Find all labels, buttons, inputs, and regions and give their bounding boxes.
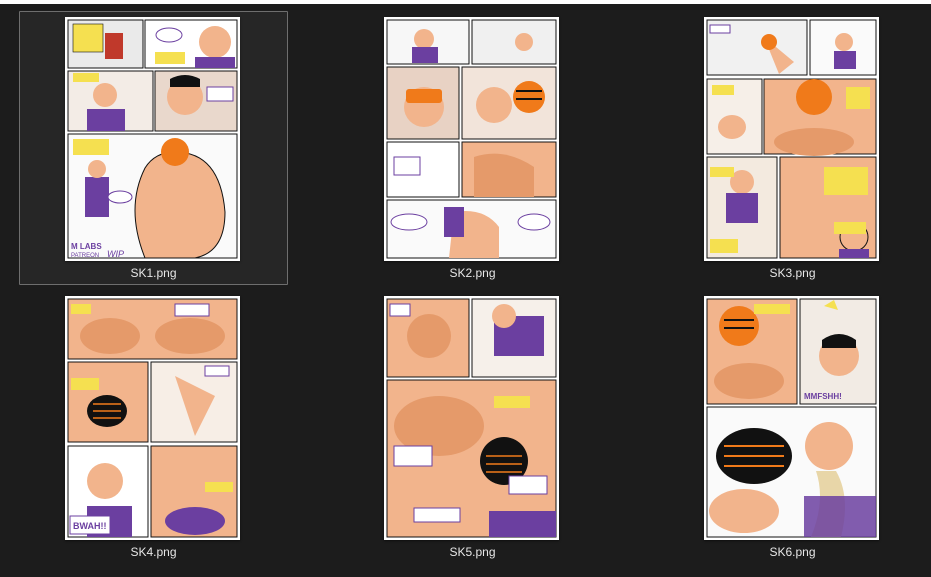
- page-lettering-mlabs: M LABS: [71, 242, 102, 251]
- file-tile-sk6[interactable]: MMFSHH! SK6.png: [658, 290, 927, 564]
- file-tile-sk2[interactable]: SK2.png: [338, 11, 607, 285]
- page-lettering-wip: WIP: [107, 249, 124, 259]
- file-name-label: SK1.png: [130, 266, 177, 280]
- file-name-label: SK5.png: [449, 545, 496, 559]
- thumbnail-sk1: M LABS PATREON WIP: [65, 17, 240, 261]
- page-sfx-bwah: BWAH!!: [73, 521, 107, 531]
- window-top-edge: [0, 0, 931, 4]
- file-tile-sk4[interactable]: BWAH!! SK4.png: [19, 290, 288, 564]
- file-name-label: SK6.png: [769, 545, 816, 559]
- file-tile-sk3[interactable]: SK3.png: [658, 11, 927, 285]
- page-sfx-mmfshh: MMFSHH!: [804, 392, 842, 401]
- thumbnail-sk2: [384, 17, 559, 261]
- thumbnail-sk4: BWAH!!: [65, 296, 240, 540]
- thumbnail-sk3: [704, 17, 879, 261]
- file-name-label: SK3.png: [769, 266, 816, 280]
- thumbnail-sk5: [384, 296, 559, 540]
- file-name-label: SK2.png: [449, 266, 496, 280]
- thumbnail-sk6: MMFSHH!: [704, 296, 879, 540]
- file-tile-sk1[interactable]: M LABS PATREON WIP SK1.png: [19, 11, 288, 285]
- page-lettering-patreon: PATREON: [71, 253, 99, 259]
- file-name-label: SK4.png: [130, 545, 177, 559]
- file-tile-sk5[interactable]: SK5.png: [338, 290, 607, 564]
